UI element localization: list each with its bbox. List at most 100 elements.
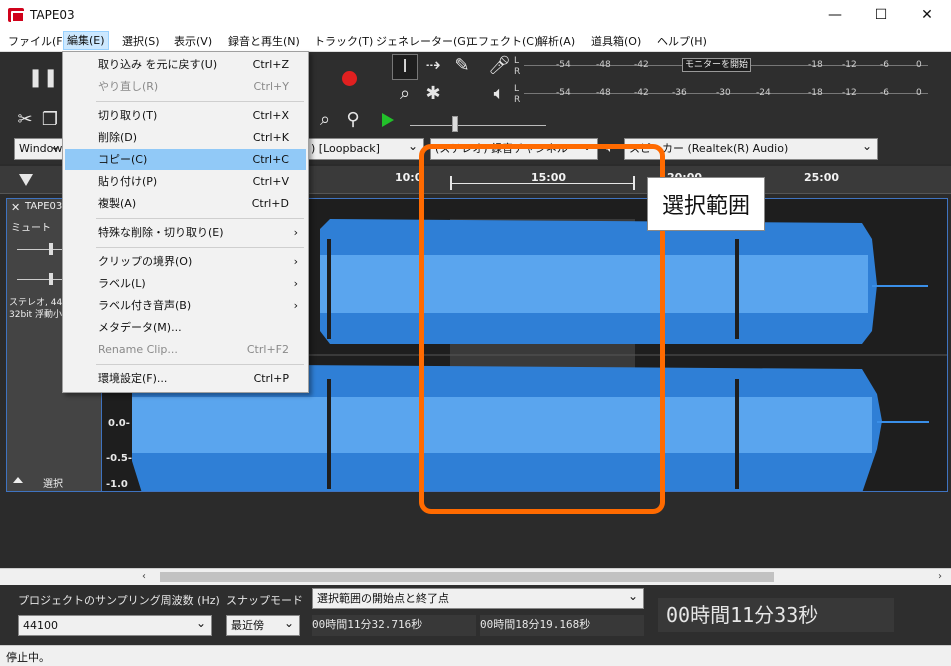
play-tick: -36 <box>672 88 687 98</box>
menu-undo[interactable]: 取り込み を元に戻す(U) Ctrl+Z <box>65 54 306 75</box>
menu-redo: やり直し(R) Ctrl+Y <box>98 80 289 93</box>
gain-slider[interactable] <box>17 249 63 250</box>
submenu-arrow-icon: › <box>293 277 298 290</box>
recording-device-select[interactable]: ) [Loopback] <box>306 138 424 160</box>
scrollbar-thumb[interactable] <box>160 572 774 582</box>
selection-highlight-frame <box>419 144 665 514</box>
rec-meter-r: R <box>514 67 521 77</box>
audio-position-display[interactable]: 00時間11分33秒 <box>658 598 894 632</box>
audacity-app-icon <box>8 8 25 23</box>
maximize-button[interactable]: ☐ <box>858 0 904 30</box>
menu-select[interactable]: 選択(S) <box>122 33 160 49</box>
menu-tracks[interactable]: トラック(T) <box>314 33 373 49</box>
status-bar: 停止中。 <box>0 645 951 666</box>
menu-generate[interactable]: ジェネレーター(G) <box>376 33 470 49</box>
submenu-arrow-icon: › <box>293 255 298 268</box>
speaker-icon[interactable]: 🔈︎ <box>488 82 510 106</box>
selection-end-time[interactable]: 00時間18分19.168秒 <box>480 615 644 636</box>
rec-tick: -18 <box>808 60 823 70</box>
envelope-tool-icon[interactable]: ⇢ <box>420 54 446 78</box>
menu-paste[interactable]: 貼り付け(P) Ctrl+V <box>65 171 306 192</box>
play-tick: -54 <box>556 88 571 98</box>
menu-view[interactable]: 表示(V) <box>174 33 212 49</box>
select-track-button[interactable]: 選択 <box>43 475 63 490</box>
ruler-label: 25:00 <box>804 171 840 184</box>
zoom-tool-icon[interactable]: ⌕ <box>392 82 418 106</box>
rec-tick: -12 <box>842 60 857 70</box>
menu-help[interactable]: ヘルプ(H) <box>657 33 707 49</box>
close-button[interactable]: ✕ <box>904 0 950 30</box>
horizontal-scrollbar[interactable]: ‹ › <box>0 568 951 585</box>
project-rate-label: プロジェクトのサンプリング周波数 (Hz) <box>18 594 220 607</box>
play-tick: -12 <box>842 88 857 98</box>
menu-file[interactable]: ファイル(F) <box>8 33 67 49</box>
zoom-in-icon[interactable]: ⌕ <box>312 108 338 132</box>
title-bar: TAPE03 — ☐ ✕ <box>0 0 951 30</box>
menu-duplicate[interactable]: 複製(A) Ctrl+D <box>65 193 306 214</box>
minimize-button[interactable]: — <box>812 0 858 30</box>
rec-meter-l: L <box>514 56 520 66</box>
pan-slider[interactable] <box>17 279 63 280</box>
record-icon[interactable] <box>342 71 357 86</box>
play-at-speed-icon[interactable] <box>382 113 394 127</box>
zoom-toggle-icon[interactable]: ⚲ <box>340 108 366 132</box>
menu-tools[interactable]: 道具箱(O) <box>591 33 641 49</box>
draw-tool-icon[interactable]: ✎ <box>449 54 475 78</box>
menu-metadata[interactable]: メタデータ(M)... <box>65 317 306 338</box>
submenu-arrow-icon: › <box>293 299 298 312</box>
play-meter-l: L <box>514 84 520 94</box>
scroll-right-icon[interactable]: › <box>938 571 942 582</box>
selection-start-time[interactable]: 00時間11分32.716秒 <box>312 615 476 636</box>
window-title: TAPE03 <box>30 8 75 22</box>
scroll-left-icon[interactable]: ‹ <box>142 571 146 582</box>
play-meter-r: R <box>514 95 521 105</box>
menu-preferences[interactable]: 環境設定(F)... Ctrl+P <box>65 368 306 389</box>
menu-separator <box>96 101 304 102</box>
menu-delete[interactable]: 削除(D) Ctrl+K <box>65 127 306 148</box>
collapse-track-icon[interactable] <box>13 477 23 483</box>
play-tick: -18 <box>808 88 823 98</box>
copy-icon[interactable]: ❐ <box>40 108 60 132</box>
microphone-icon[interactable]: 🎤︎ <box>488 54 511 78</box>
rec-tick: -54 <box>556 60 571 70</box>
menu-effect[interactable]: エフェクト(C) <box>467 33 538 49</box>
play-tick: -48 <box>596 88 611 98</box>
audio-host-select[interactable]: Window <box>14 138 66 160</box>
mute-button[interactable]: ミュート <box>11 219 51 234</box>
track-name[interactable]: TAPE03 <box>25 201 62 212</box>
menu-labels[interactable]: ラベル(L) › <box>65 273 306 294</box>
submenu-arrow-icon: › <box>293 226 298 239</box>
project-rate-select[interactable]: 44100 <box>18 615 212 636</box>
menu-clip-boundaries[interactable]: クリップの境界(O) › <box>65 251 306 272</box>
status-text: 停止中。 <box>6 651 50 664</box>
rec-tick: -6 <box>880 60 889 70</box>
pan-slider-thumb[interactable] <box>49 273 53 285</box>
pause-icon[interactable]: ❚❚ <box>28 66 58 90</box>
menu-separator <box>96 364 304 365</box>
gain-slider-thumb[interactable] <box>49 243 53 255</box>
multi-tool-icon[interactable]: ✱ <box>420 82 446 106</box>
snap-mode-select[interactable]: 最近傍 <box>226 615 300 636</box>
start-monitoring-button[interactable]: モニターを開始 <box>682 58 752 72</box>
menu-analyze[interactable]: 解析(A) <box>537 33 575 49</box>
selection-mode-select[interactable]: 選択範囲の開始点と終了点 <box>312 588 644 609</box>
snap-mode-label: スナップモード <box>226 594 303 607</box>
speed-slider[interactable] <box>410 125 546 126</box>
menu-edit[interactable]: 編集(E) <box>63 31 109 50</box>
track-close-icon[interactable]: ✕ <box>11 201 20 214</box>
timeline-options-icon[interactable] <box>19 174 33 186</box>
speed-slider-thumb[interactable] <box>452 116 458 132</box>
cut-icon[interactable]: ✂ <box>12 108 38 132</box>
menu-cut[interactable]: 切り取り(T) Ctrl+X <box>65 105 306 126</box>
menu-labeled-audio[interactable]: ラベル付き音声(B) › <box>65 295 306 316</box>
menu-copy[interactable]: コピー(C) Ctrl+C <box>65 149 306 170</box>
selection-tool-icon[interactable]: I <box>392 54 418 80</box>
menu-transport[interactable]: 録音と再生(N) <box>228 33 300 49</box>
play-tick: -42 <box>634 88 649 98</box>
edit-menu-dropdown: 取り込み を元に戻す(U) Ctrl+Z やり直し(R) Ctrl+Y 切り取り(T… <box>62 51 309 393</box>
menu-special-remove[interactable]: 特殊な削除・切り取り(E) › <box>65 222 306 243</box>
play-tick: -6 <box>880 88 889 98</box>
menu-separator <box>96 218 304 219</box>
menu-bar: ファイル(F) 編集(E) 選択(S) 表示(V) 録音と再生(N) トラック(… <box>0 30 951 52</box>
rec-tick: 0 <box>916 60 922 70</box>
